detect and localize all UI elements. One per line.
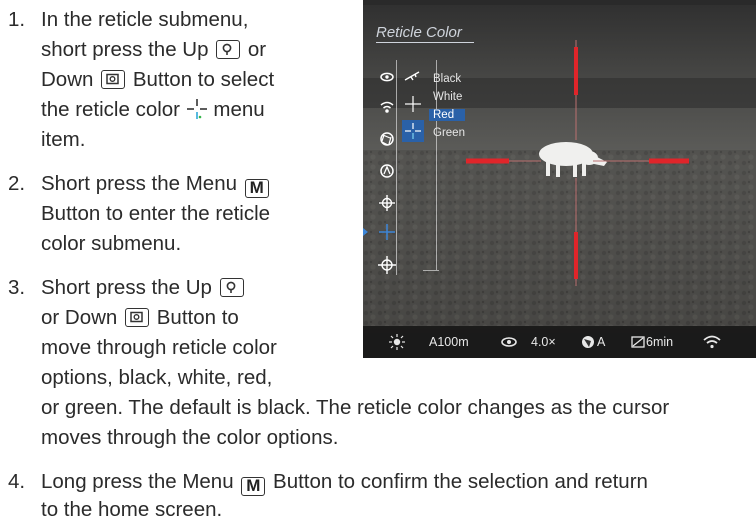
step-4-text-a: Long press the Menu (41, 470, 234, 493)
wifi-status-icon (703, 335, 721, 349)
standby-icon (631, 336, 645, 348)
step-3-text-a: Short press the Up (41, 276, 212, 299)
step-1-line-4: the reticle color menu (41, 97, 265, 123)
step-2-number: 2. (8, 172, 26, 195)
step-1-text-f: menu (213, 98, 265, 121)
step-4-text-b: Button to confirm the selection and retu… (273, 470, 648, 493)
kbd-magnify-icon (219, 278, 244, 297)
step-1-line-3: Down Button to select (41, 67, 274, 93)
step-3-text-c: Button to (156, 306, 239, 329)
step-2-line-3: color submenu. (41, 232, 182, 255)
step-4-line-2: to the home screen. (41, 498, 223, 521)
status-bar: A100m 4.0× A 6min (363, 326, 756, 358)
eye-status-icon (501, 337, 517, 347)
step-3-line-3: move through reticle color (41, 336, 277, 359)
step-3-text-b: or Down (41, 306, 118, 329)
step-4-line-1: Long press the Menu M Button to confirm … (41, 469, 648, 496)
target-animal (539, 142, 607, 177)
kbd-camera-icon (125, 308, 150, 327)
kbd-camera-icon (101, 70, 126, 89)
step-3-line-1: Short press the Up (41, 275, 246, 301)
kbd-m-icon: M (244, 179, 269, 198)
thermal-screen: Reticle Color Black White Red Green A100… (363, 0, 756, 358)
step-1-line-5: item. (41, 128, 86, 151)
step-3-line-4: options, black, white, red, (41, 366, 273, 389)
step-1-text-d: Button to select (132, 68, 275, 91)
timer-value: 6min (646, 335, 674, 349)
mode-value: A (597, 335, 606, 349)
step-1-number: 1. (8, 8, 26, 31)
kbd-m-icon: M (241, 477, 266, 496)
aperture-status-icon (582, 336, 594, 348)
step-1-text-e: the reticle color (41, 98, 181, 121)
brightness-icon (389, 334, 405, 350)
step-1-line-1: In the reticle submenu, (41, 8, 249, 31)
step-4-number: 4. (8, 470, 26, 493)
zoom-value: 4.0× (531, 335, 556, 349)
step-1-text-c: Down (41, 68, 94, 91)
step-1-text-a: short press the Up (41, 38, 209, 61)
step-1-text-b: or (247, 38, 267, 61)
step-3-number: 3. (8, 276, 26, 299)
step-3-line-6: moves through the color options. (41, 426, 339, 449)
step-3-line-2: or Down Button to (41, 305, 239, 331)
step-2-line-1: Short press the Menu M (41, 171, 271, 198)
step-3-line-5: or green. The default is black. The reti… (41, 396, 670, 419)
reticle-icon (186, 99, 207, 119)
step-2-line-2: Button to enter the reticle (41, 202, 271, 225)
step-1-line-2: short press the Up or (41, 37, 266, 63)
scene-overlay (466, 40, 689, 286)
kbd-magnify-icon (216, 40, 241, 59)
step-2-text-a: Short press the Menu (41, 172, 237, 195)
distance-value: A100m (429, 335, 469, 349)
